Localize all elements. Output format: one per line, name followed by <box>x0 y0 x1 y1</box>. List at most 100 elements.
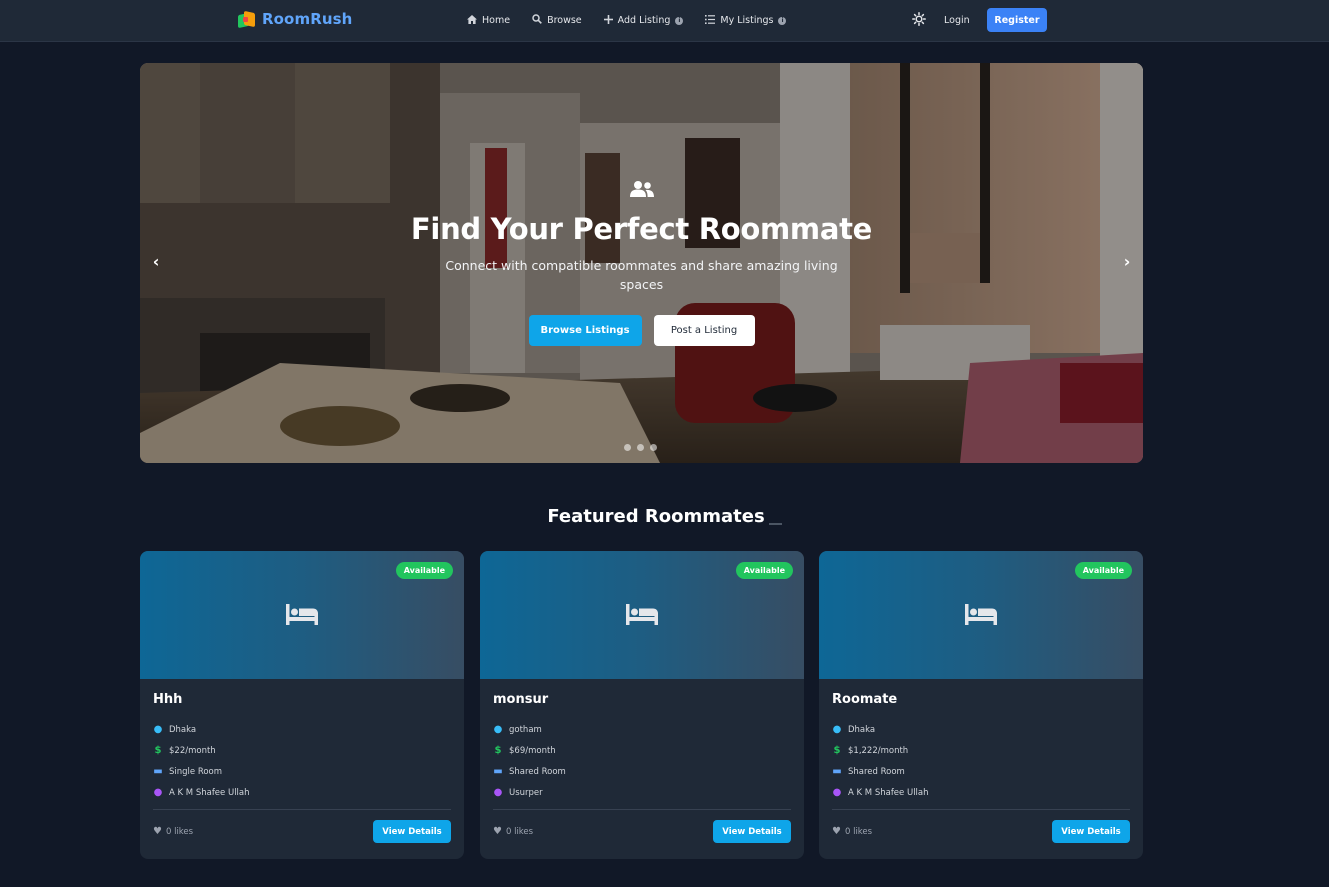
hero-carousel: Find Your Perfect Roommate Connect with … <box>140 63 1143 463</box>
owner-row: ● Usurper <box>493 782 791 803</box>
home-icon <box>467 14 477 27</box>
like-button[interactable]: ♥ 0 likes <box>832 826 872 837</box>
location-row: ● Dhaka <box>153 719 451 740</box>
brand-logo-link[interactable]: RoomRush <box>238 10 352 28</box>
bed-icon <box>965 604 997 629</box>
room-type-text: Shared Room <box>509 766 566 777</box>
location-text: gotham <box>509 724 542 735</box>
nav-home-label: Home <box>482 15 511 26</box>
navbar: RoomRush Home Browse Add Listing i My Li… <box>0 0 1329 42</box>
bed-icon <box>626 604 658 629</box>
rent-row: $ $1,222/month <box>832 740 1130 761</box>
nav-home[interactable]: Home <box>467 14 511 27</box>
map-pin-icon: ● <box>153 723 163 735</box>
carousel-dot[interactable] <box>637 444 644 451</box>
info-icon: i <box>675 16 684 25</box>
like-button[interactable]: ♥ 0 likes <box>493 826 533 837</box>
search-icon <box>532 14 542 27</box>
hero-buttons: Browse Listings Post a Listing <box>140 315 1143 346</box>
available-badge: Available <box>735 562 793 579</box>
dollar-icon: $ <box>154 744 162 756</box>
location-row: ● Dhaka <box>832 719 1130 740</box>
card-image: Available <box>480 551 804 679</box>
theme-toggle-button[interactable] <box>911 12 926 27</box>
nav-add-listing-label: Add Listing <box>617 15 671 26</box>
available-badge: Available <box>1074 562 1132 579</box>
post-listing-button[interactable]: Post a Listing <box>653 315 755 346</box>
hero-subtitle: Connect with compatible roommates and sh… <box>445 258 838 292</box>
card-title: Roomate <box>832 692 898 707</box>
user-icon: ● <box>153 786 163 798</box>
carousel-indicators <box>624 444 657 451</box>
heart-icon: ♥ <box>493 826 502 837</box>
title-underline <box>768 523 782 525</box>
login-link[interactable]: Login <box>944 15 970 26</box>
carousel-prev-button[interactable]: ‹ <box>149 253 163 271</box>
card-image: Available <box>819 551 1143 679</box>
map-pin-icon: ● <box>493 723 503 735</box>
nav-browse[interactable]: Browse <box>532 14 582 27</box>
room-type-row: ▬ Shared Room <box>493 761 791 782</box>
listing-card: Available Roomate ● Dhaka $ $1,222/month ▬… <box>819 551 1143 859</box>
owner-text: Usurper <box>509 787 543 798</box>
hero-title: Find Your Perfect Roommate <box>410 212 873 246</box>
likes-count: 0 likes <box>165 826 194 837</box>
heart-icon: ♥ <box>832 826 841 837</box>
owner-text: A K M Shafee Ullah <box>169 787 250 798</box>
likes-count: 0 likes <box>505 826 534 837</box>
card-title: Hhh <box>153 692 183 707</box>
card-image: Available <box>140 551 464 679</box>
room-type-row: ▬ Shared Room <box>832 761 1130 782</box>
view-details-button[interactable]: View Details <box>713 820 791 843</box>
bed-icon <box>286 604 318 629</box>
nav-links: Home Browse Add Listing i My Listings i <box>467 14 808 27</box>
location-row: ● gotham <box>493 719 791 740</box>
featured-section-title: Featured Roommates <box>0 506 1329 527</box>
hero-content: Find Your Perfect Roommate Connect with … <box>140 63 1143 463</box>
nav-my-listings[interactable]: My Listings i <box>705 14 787 27</box>
rent-row: $ $69/month <box>493 740 791 761</box>
view-details-button[interactable]: View Details <box>373 820 451 843</box>
featured-title-text: Featured Roommates <box>547 506 765 527</box>
like-button[interactable]: ♥ 0 likes <box>153 826 193 837</box>
owner-text: A K M Shafee Ullah <box>848 787 929 798</box>
carousel-dot[interactable] <box>624 444 631 451</box>
plus-icon <box>603 14 613 27</box>
owner-row: ● A K M Shafee Ullah <box>153 782 451 803</box>
dollar-icon: $ <box>494 744 502 756</box>
likes-count: 0 likes <box>844 826 873 837</box>
location-text: Dhaka <box>169 724 197 735</box>
heart-icon: ♥ <box>153 826 162 837</box>
brand-name: RoomRush <box>262 10 353 28</box>
card-title: monsur <box>493 692 549 707</box>
nav-add-listing[interactable]: Add Listing i <box>603 14 684 27</box>
rent-text: $1,222/month <box>848 745 909 756</box>
carousel-dot[interactable] <box>650 444 657 451</box>
available-badge: Available <box>395 562 453 579</box>
info-icon: i <box>778 16 787 25</box>
rent-text: $22/month <box>169 745 216 756</box>
nav-my-listings-label: My Listings <box>720 15 774 26</box>
list-icon <box>705 14 716 27</box>
register-button[interactable]: Register <box>987 8 1047 32</box>
sun-icon <box>911 12 926 30</box>
listing-card: Available Hhh ● Dhaka $ $22/month ▬ Single … <box>140 551 464 859</box>
room-type-row: ▬ Single Room <box>153 761 451 782</box>
bed-icon: ▬ <box>153 765 163 777</box>
user-icon: ● <box>832 786 842 798</box>
nav-browse-label: Browse <box>547 15 582 26</box>
map-pin-icon: ● <box>832 723 842 735</box>
rent-text: $69/month <box>509 745 556 756</box>
dollar-icon: $ <box>833 744 841 756</box>
browse-listings-button[interactable]: Browse Listings <box>528 315 642 346</box>
brand-logo-icon <box>238 10 255 28</box>
carousel-next-button[interactable]: › <box>1120 253 1134 271</box>
room-type-text: Shared Room <box>848 766 905 777</box>
location-text: Dhaka <box>848 724 876 735</box>
user-icon: ● <box>493 786 503 798</box>
bed-icon: ▬ <box>493 765 503 777</box>
room-type-text: Single Room <box>169 766 223 777</box>
bed-icon: ▬ <box>832 765 842 777</box>
view-details-button[interactable]: View Details <box>1052 820 1130 843</box>
owner-row: ● A K M Shafee Ullah <box>832 782 1130 803</box>
